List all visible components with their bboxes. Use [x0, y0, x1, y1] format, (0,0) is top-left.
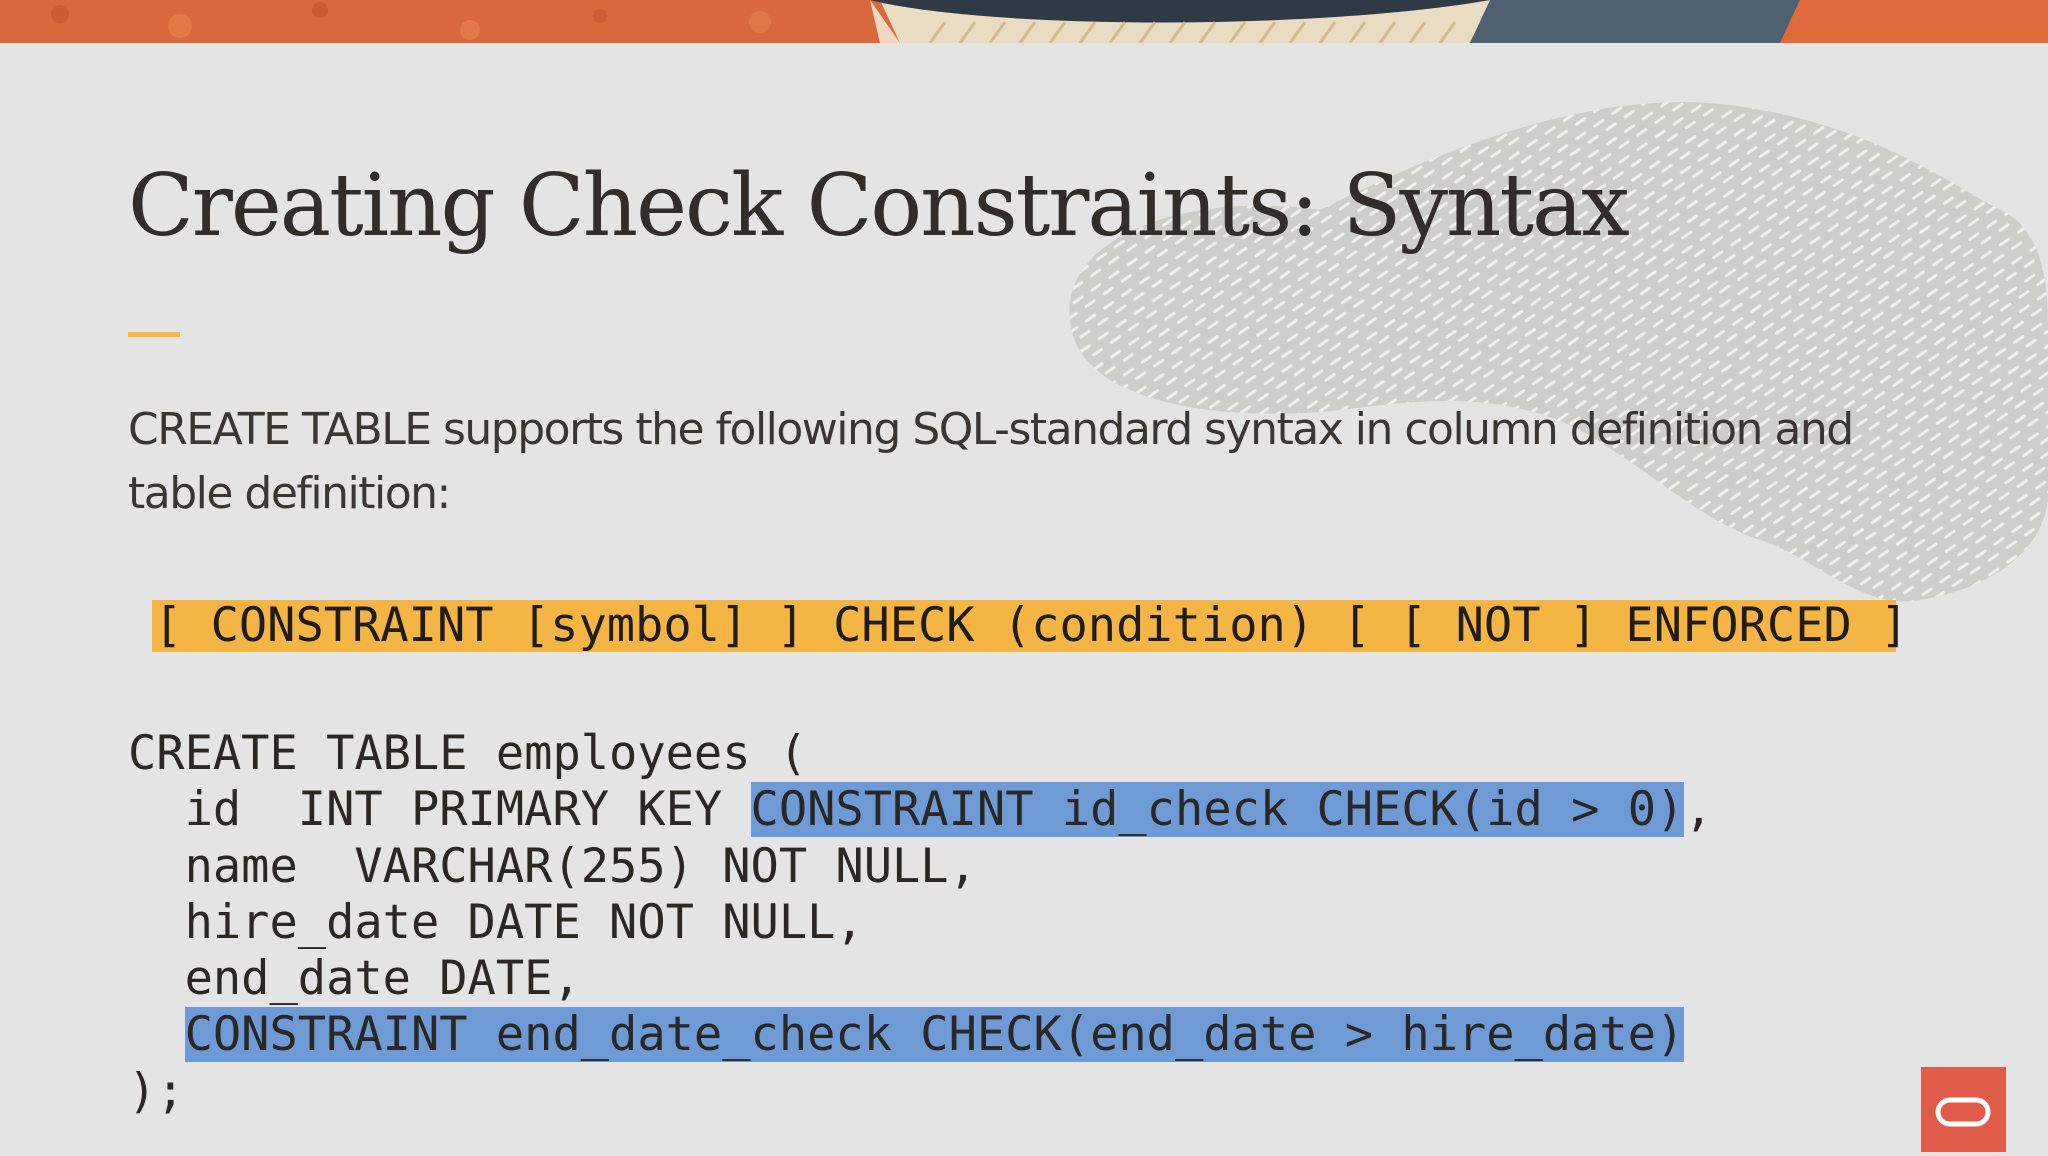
syntax-definition: [ CONSTRAINT [symbol] ] CHECK (condition…: [152, 598, 1909, 653]
title-accent-line: [128, 332, 180, 337]
code-text: id INT PRIMARY KEY: [128, 782, 751, 838]
code-line: CREATE TABLE employees (: [128, 726, 808, 781]
code-line: CONSTRAINT end_date_check CHECK(end_date…: [128, 1007, 1713, 1063]
highlighted-column-constraint: CONSTRAINT id_check CHECK(id > 0): [750, 782, 1685, 838]
intro-text: CREATE TABLE supports the following SQL-…: [128, 404, 1854, 519]
code-line: end_date DATE,: [128, 951, 581, 1007]
code-line: id INT PRIMARY KEY CONSTRAINT id_check C…: [128, 782, 1713, 838]
slide-title: Creating Check Constraints: Syntax: [128, 156, 1630, 256]
highlighted-table-constraint: CONSTRAINT end_date_check CHECK(end_date…: [184, 1007, 1685, 1063]
code-text: ,: [1684, 782, 1713, 838]
code-line: );: [128, 1063, 185, 1119]
code-line: name VARCHAR(255) NOT NULL,: [128, 838, 977, 894]
code-example: CREATE TABLE employees ( id INT PRIMARY …: [128, 726, 1713, 1120]
oracle-logo-icon: [1921, 1067, 2006, 1152]
code-line: hire_date DATE NOT NULL,: [128, 894, 864, 950]
